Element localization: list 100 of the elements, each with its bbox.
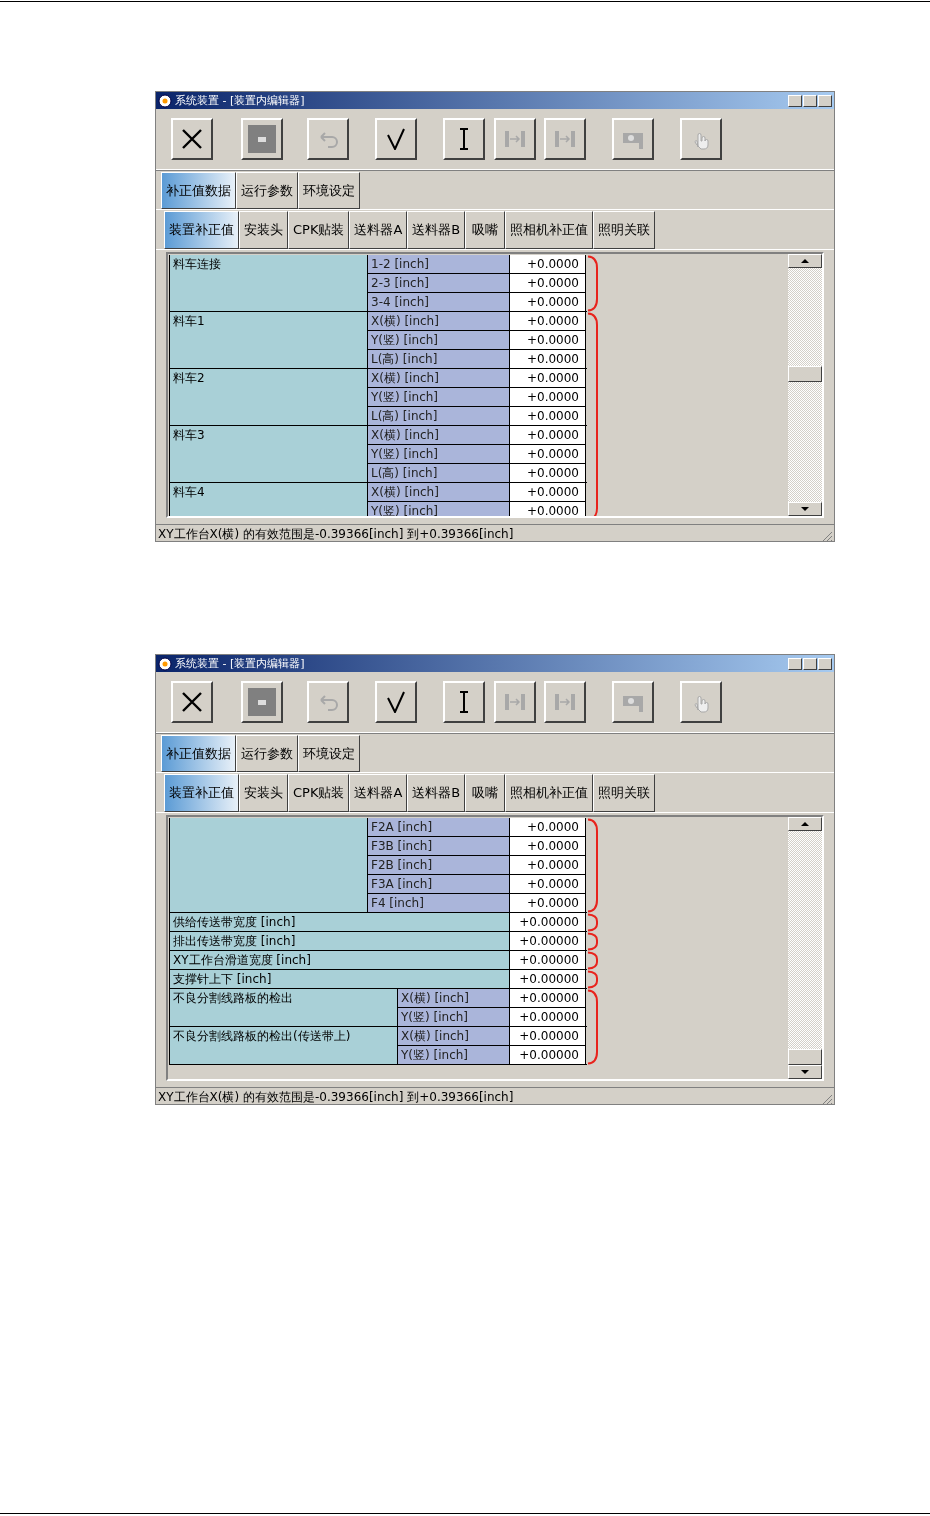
tab[interactable]: 送料器B xyxy=(407,774,466,812)
down-arrow-icon xyxy=(801,1070,809,1074)
tab[interactable]: 安装头 xyxy=(239,211,288,249)
tab[interactable]: 装置补正值 xyxy=(164,774,239,812)
tab[interactable]: 补正值数据 xyxy=(161,172,236,209)
parameter-cell: F2A [inch] xyxy=(368,818,510,837)
down-arrow-icon xyxy=(801,507,809,511)
parameter-cell: F2B [inch] xyxy=(368,856,510,875)
toolbar-button[interactable] xyxy=(443,681,485,723)
tab[interactable]: 装置补正值 xyxy=(164,211,239,249)
value-cell[interactable]: +0.0000 xyxy=(510,274,586,293)
app-logo-icon xyxy=(158,656,172,671)
close-button[interactable] xyxy=(818,657,832,670)
value-cell[interactable]: +0.0000 xyxy=(510,255,586,274)
row-label: 料车1 xyxy=(170,312,368,368)
app-logo-icon xyxy=(158,93,172,108)
tab[interactable]: 送料器B xyxy=(407,211,466,249)
tab[interactable]: 吸嘴 xyxy=(465,774,506,812)
tab[interactable]: 运行参数 xyxy=(236,172,298,209)
value-cell[interactable]: +0.00000 xyxy=(510,913,586,931)
tab[interactable]: 环境设定 xyxy=(298,735,360,772)
value-cell[interactable]: +0.0000 xyxy=(510,464,586,482)
row-label: 料车3 xyxy=(170,426,368,482)
tab[interactable]: 照明关联 xyxy=(593,774,656,812)
value-cell[interactable]: +0.00000 xyxy=(510,989,586,1008)
value-cell[interactable]: +0.00000 xyxy=(510,1027,586,1046)
tab[interactable]: 运行参数 xyxy=(236,735,298,772)
parameter-cell: X(横) [inch] xyxy=(398,1027,510,1046)
value-cell[interactable]: +0.0000 xyxy=(510,818,586,837)
toolbar-button[interactable] xyxy=(171,118,213,160)
tab[interactable]: 照明关联 xyxy=(593,211,656,249)
scroll-down-button[interactable] xyxy=(788,1065,822,1079)
row-label: 不良分割线路板的检出(传送带上) xyxy=(170,1027,398,1064)
close-icon xyxy=(182,692,202,712)
toolbar-button[interactable] xyxy=(443,118,485,160)
maximize-button[interactable] xyxy=(803,657,817,670)
scroll-up-button[interactable] xyxy=(788,817,822,831)
tab[interactable]: 补正值数据 xyxy=(161,735,236,772)
value-cell[interactable]: +0.0000 xyxy=(510,350,586,368)
value-cell[interactable]: +0.0000 xyxy=(510,407,586,425)
value-cell[interactable]: +0.0000 xyxy=(510,856,586,875)
toolbar-button[interactable] xyxy=(375,681,417,723)
toolbar-button[interactable] xyxy=(171,681,213,723)
checkmark-icon xyxy=(387,691,405,713)
tab[interactable]: 送料器A xyxy=(349,211,408,249)
parameter-cell: L(高) [inch] xyxy=(368,407,510,425)
parameter-cell: X(横) [inch] xyxy=(398,989,510,1008)
value-cell[interactable]: +0.0000 xyxy=(510,331,586,350)
value-cell[interactable]: +0.00000 xyxy=(510,1008,586,1026)
toolbar-button[interactable] xyxy=(241,681,283,723)
bracket-mark xyxy=(587,951,598,970)
scrollbar[interactable] xyxy=(788,254,822,516)
parameter-cell: Y(竖) [inch] xyxy=(368,331,510,350)
scroll-thumb[interactable] xyxy=(788,366,822,382)
value-cell[interactable]: +0.00000 xyxy=(510,932,586,950)
value-cell[interactable]: +0.0000 xyxy=(510,445,586,464)
value-cell[interactable]: +0.0000 xyxy=(510,388,586,407)
scroll-up-button[interactable] xyxy=(788,254,822,268)
parameter-cell: Y(竖) [inch] xyxy=(368,388,510,407)
scroll-thumb[interactable] xyxy=(788,1049,822,1065)
scrollbar[interactable] xyxy=(788,817,822,1079)
tab[interactable]: CPK贴装 xyxy=(288,211,350,249)
parameter-cell: F3A [inch] xyxy=(368,875,510,894)
toolbar-button[interactable] xyxy=(375,118,417,160)
scroll-down-button[interactable] xyxy=(788,502,822,516)
value-cell[interactable]: +0.0000 xyxy=(510,483,586,502)
value-cell[interactable]: +0.0000 xyxy=(510,837,586,856)
tab[interactable]: 吸嘴 xyxy=(465,211,506,249)
status-text: XY工作台X(横) 的有效范围是-0.39366[inch] 到+0.39366[inch] xyxy=(158,525,514,543)
value-cell[interactable]: +0.00000 xyxy=(510,970,586,988)
value-cell[interactable]: +0.0000 xyxy=(510,293,586,311)
tab[interactable]: 照相机补正值 xyxy=(505,211,594,249)
minimize-button[interactable] xyxy=(788,94,802,107)
tab[interactable]: 送料器A xyxy=(349,774,408,812)
value-cell[interactable]: +0.0000 xyxy=(510,894,586,912)
tab[interactable]: 照相机补正值 xyxy=(505,774,594,812)
parameter-cell: 3-4 [inch] xyxy=(368,293,510,311)
parameter-cell: L(高) [inch] xyxy=(368,464,510,482)
parameter-cell: Y(竖) [inch] xyxy=(368,445,510,464)
value-cell[interactable]: +0.0000 xyxy=(510,426,586,445)
toolbar-button[interactable] xyxy=(241,118,283,160)
value-cell[interactable]: +0.0000 xyxy=(510,875,586,894)
row-label: 支撑针上下 [inch] xyxy=(170,970,510,988)
status-text: XY工作台X(横) 的有效范围是-0.39366[inch] 到+0.39366[inch] xyxy=(158,1088,514,1106)
value-cell[interactable]: +0.00000 xyxy=(510,951,586,969)
square-icon xyxy=(248,125,276,153)
up-arrow-icon xyxy=(801,259,809,263)
parameter-cell: Y(竖) [inch] xyxy=(368,502,510,516)
close-button[interactable] xyxy=(818,94,832,107)
maximize-button[interactable] xyxy=(803,94,817,107)
window-title: 系统装置 - [装置内编辑器] xyxy=(175,93,305,108)
value-cell[interactable]: +0.0000 xyxy=(510,369,586,388)
up-arrow-icon xyxy=(801,822,809,826)
tab[interactable]: CPK贴装 xyxy=(288,774,350,812)
value-cell[interactable]: +0.00000 xyxy=(510,1046,586,1064)
value-cell[interactable]: +0.0000 xyxy=(510,502,586,516)
tab[interactable]: 环境设定 xyxy=(298,172,360,209)
value-cell[interactable]: +0.0000 xyxy=(510,312,586,331)
minimize-button[interactable] xyxy=(788,657,802,670)
tab[interactable]: 安装头 xyxy=(239,774,288,812)
